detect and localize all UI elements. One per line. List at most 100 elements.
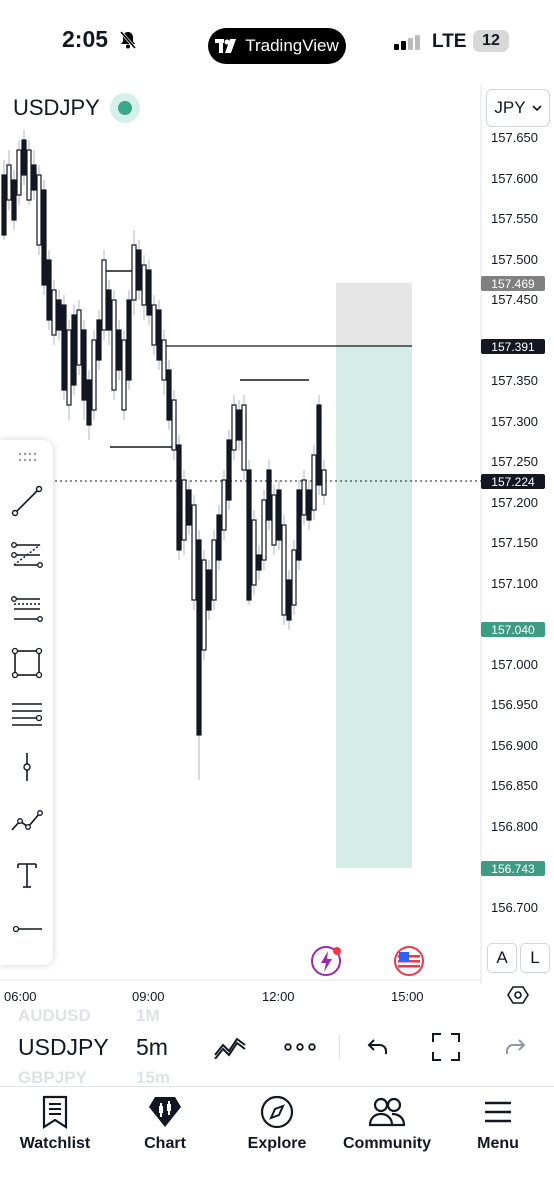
drawing-toolbar — [0, 440, 53, 965]
more-options-icon[interactable] — [282, 1030, 318, 1064]
indicators-icon[interactable] — [212, 1030, 248, 1064]
nav-label: Explore — [247, 1135, 307, 1152]
last-price-badge: 157.224 — [481, 474, 545, 489]
price-tick: 157.100 — [491, 575, 538, 591]
rectangle-tool-icon[interactable] — [8, 644, 46, 682]
price-tick: 157.150 — [491, 535, 538, 550]
price-tick: 157.300 — [491, 413, 538, 429]
watchlist-icon — [42, 1095, 68, 1129]
nav-menu[interactable]: Menu — [443, 1095, 553, 1153]
entry-price-badge: 157.391 — [481, 339, 545, 354]
nav-label: Community — [343, 1135, 431, 1152]
candle-body — [216, 514, 222, 561]
candle-body — [166, 369, 172, 421]
candle-body — [191, 504, 197, 601]
tradingview-pill-label: TradingView — [245, 36, 339, 55]
battery-level: 12 — [482, 32, 500, 49]
interval-option-below[interactable]: 15m — [136, 1068, 170, 1088]
symbol-picker[interactable]: USDJPY — [18, 1034, 109, 1061]
time-tick: 06:00 — [4, 989, 37, 1004]
price-chart[interactable] — [0, 84, 554, 984]
candle-body — [211, 539, 217, 601]
price-tick: 156.850 — [491, 778, 538, 793]
compass-icon — [260, 1095, 294, 1129]
nav-explore[interactable]: Explore — [222, 1095, 332, 1153]
drag-handle-icon[interactable] — [8, 444, 46, 470]
candle-body — [201, 559, 207, 651]
market-status-indicator[interactable] — [110, 93, 140, 123]
price-tick: 157.000 — [491, 656, 538, 672]
currency-value: JPY — [494, 98, 526, 117]
vertical-line-tool-icon[interactable] — [8, 748, 46, 786]
candle-body — [146, 269, 152, 316]
candle-body — [26, 149, 32, 201]
auto-scale-button[interactable]: A — [487, 943, 517, 973]
candle-body — [81, 329, 87, 401]
price-tick: 156.950 — [491, 697, 538, 712]
candle-body — [136, 249, 142, 291]
log-scale-button[interactable]: L — [520, 943, 550, 973]
candle-body — [116, 329, 122, 371]
symbol-option-above[interactable]: AUDUSD — [18, 1006, 91, 1026]
candle-body — [101, 259, 107, 331]
candle-body — [126, 299, 132, 381]
candle-body — [86, 379, 92, 426]
candle-body — [221, 479, 227, 531]
menu-icon — [485, 1101, 511, 1123]
candle-body — [106, 289, 112, 331]
candle-body — [6, 164, 12, 201]
currency-select[interactable]: JPY — [486, 89, 550, 127]
interval-picker[interactable]: 5m — [136, 1034, 168, 1061]
text-tool-icon[interactable] — [8, 856, 46, 894]
symbol-option-below[interactable]: GBPJPY — [18, 1068, 87, 1088]
chevron-down-icon — [532, 105, 542, 112]
candle-body — [41, 189, 47, 286]
interval-option-above[interactable]: 1M — [136, 1006, 160, 1026]
candle-body — [301, 479, 307, 516]
undo-icon[interactable] — [360, 1030, 396, 1064]
path-tool-icon[interactable] — [8, 802, 46, 840]
candle-body — [91, 339, 97, 411]
us-flag-event-icon[interactable] — [392, 944, 426, 983]
candle-body — [111, 299, 117, 391]
price-tick: 157.250 — [491, 454, 538, 469]
candle-body — [266, 469, 272, 521]
nav-label: Chart — [144, 1135, 186, 1152]
fib-retracement-tool-icon[interactable] — [8, 590, 46, 628]
candle-body — [66, 329, 72, 406]
candle-body — [196, 539, 202, 736]
nav-community[interactable]: Community — [332, 1095, 442, 1153]
candle-body — [61, 304, 67, 391]
candle-body — [276, 489, 282, 541]
candle-body — [231, 404, 237, 451]
nav-chart[interactable]: Chart — [110, 1095, 220, 1153]
candle-body — [76, 309, 82, 366]
tradingview-logo-icon — [215, 39, 237, 53]
candle-body — [281, 524, 287, 616]
candle-body — [236, 409, 242, 441]
time-tick: 12:00 — [262, 989, 295, 1004]
lightning-event-icon[interactable] — [310, 944, 344, 983]
tradingview-pill[interactable]: TradingView — [208, 28, 346, 64]
candle-body — [206, 569, 212, 611]
candle-body — [161, 339, 167, 381]
horizontal-lines-tool-icon[interactable] — [8, 696, 46, 734]
fullscreen-icon[interactable] — [428, 1030, 464, 1064]
chart-symbol-title[interactable]: USDJPY — [13, 95, 100, 121]
nav-watchlist[interactable]: Watchlist — [0, 1095, 110, 1153]
ray-tool-icon[interactable] — [8, 910, 46, 948]
candle-body — [156, 309, 162, 361]
candle-body — [36, 174, 42, 246]
redo-icon[interactable] — [497, 1030, 533, 1064]
nav-label: Watchlist — [19, 1135, 91, 1152]
settings-hexagon-icon[interactable] — [507, 984, 529, 1011]
gann-fib-tool-icon[interactable] — [8, 536, 46, 574]
trend-line-tool-icon[interactable] — [8, 482, 46, 520]
candle-body — [311, 454, 317, 511]
battery-icon: 12 — [473, 30, 509, 52]
candle-body — [286, 579, 292, 621]
candle-body — [131, 244, 137, 301]
candle-body — [181, 479, 187, 541]
candle-body — [1, 174, 7, 236]
marker-price-badge: 157.040 — [481, 622, 545, 637]
